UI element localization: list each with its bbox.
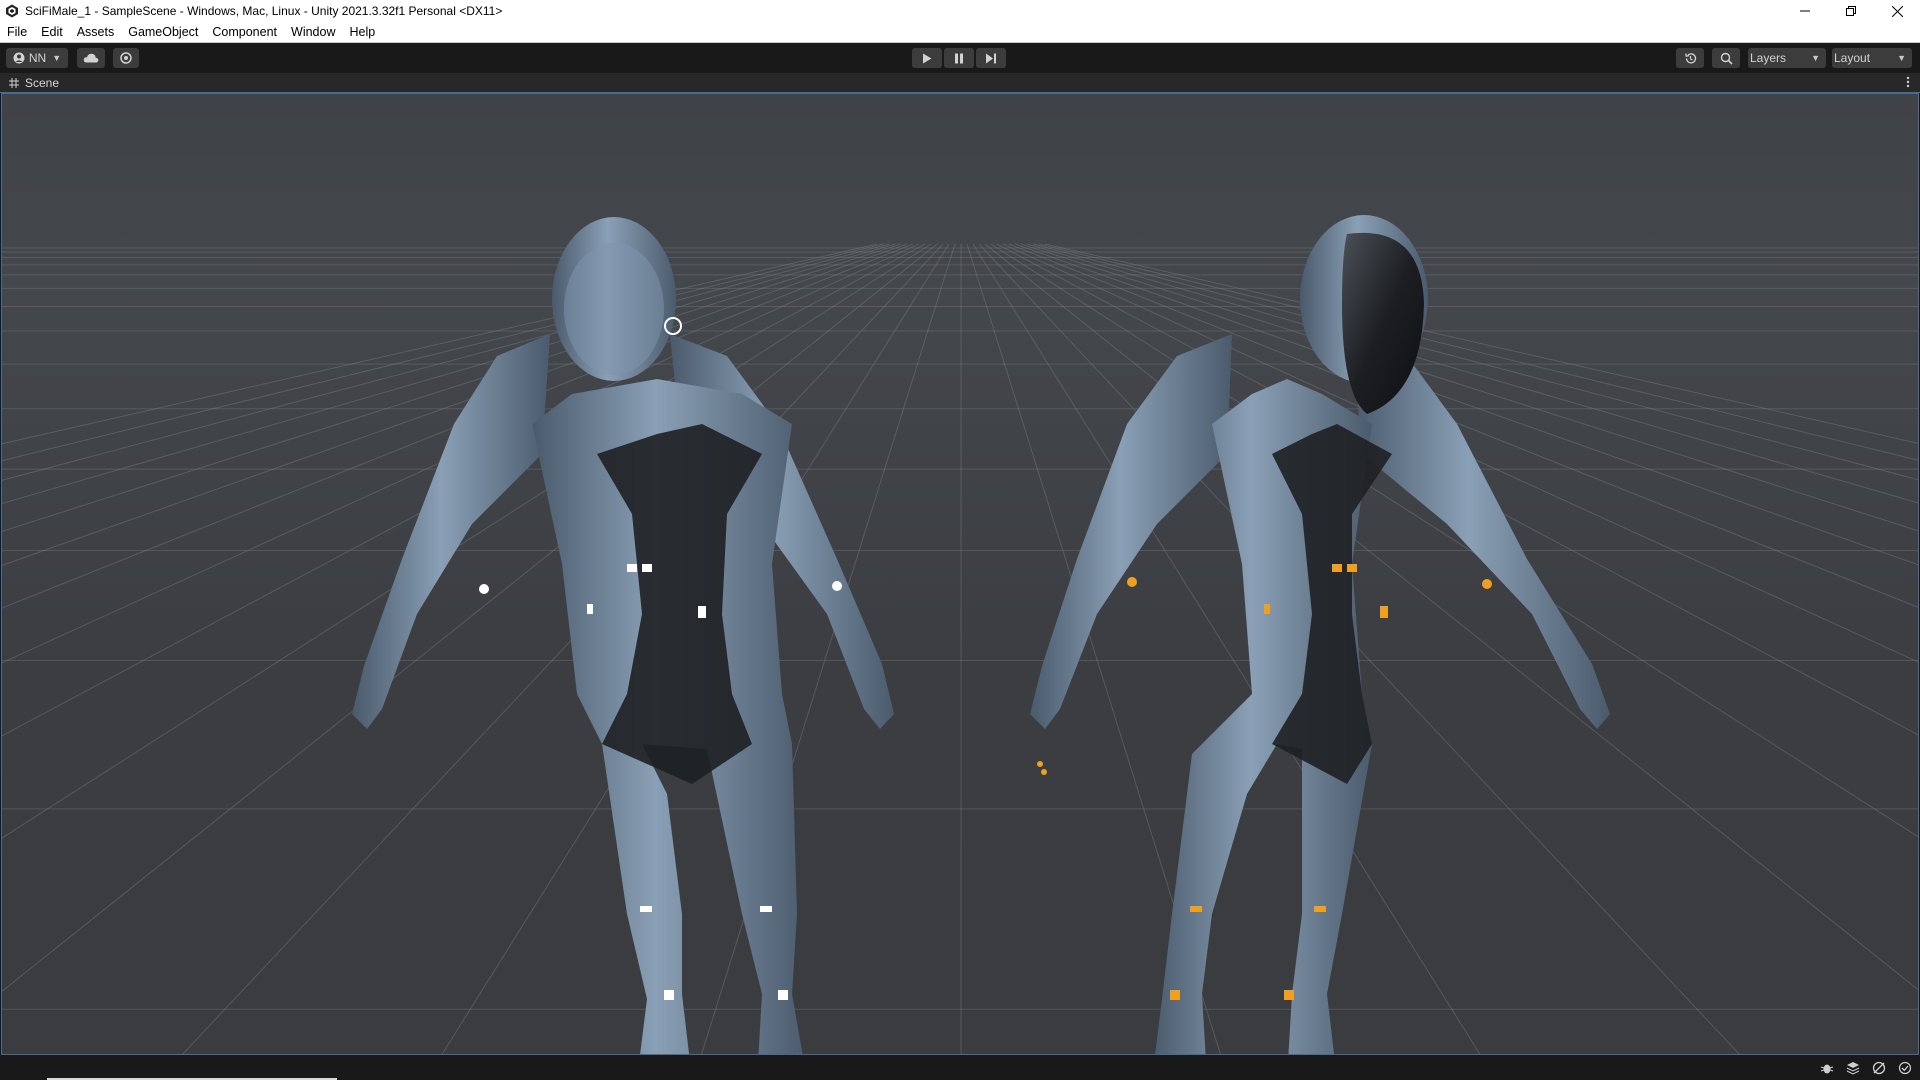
scifi-character-orange-lights[interactable] bbox=[1030, 215, 1610, 1055]
chevron-down-icon: ▼ bbox=[52, 53, 62, 63]
grid-line bbox=[996, 243, 1918, 736]
grid-line bbox=[1032, 243, 1918, 481]
menu-file[interactable]: File bbox=[0, 22, 34, 43]
menu-help[interactable]: Help bbox=[342, 22, 382, 43]
step-icon bbox=[986, 53, 996, 63]
pause-button[interactable] bbox=[944, 48, 974, 68]
layers-dropdown[interactable]: Layers ▼ bbox=[1748, 48, 1826, 68]
tab-scene-label: Scene bbox=[25, 75, 60, 90]
step-button[interactable] bbox=[976, 48, 1006, 68]
collab-button[interactable] bbox=[113, 48, 139, 68]
search-icon bbox=[1720, 52, 1733, 65]
grid-line bbox=[1008, 243, 1918, 608]
menu-window[interactable]: Window bbox=[284, 22, 342, 43]
grid-line bbox=[1020, 243, 1918, 532]
account-label: NN bbox=[28, 51, 47, 65]
scifi-character-white-lights[interactable] bbox=[352, 217, 894, 1055]
undo-history-icon bbox=[1684, 52, 1696, 63]
grid-line bbox=[182, 243, 944, 1054]
debug-icon[interactable] bbox=[1818, 1059, 1836, 1077]
minimize-icon bbox=[1800, 10, 1810, 12]
menu-assets[interactable]: Assets bbox=[70, 22, 122, 43]
grid-line bbox=[990, 243, 1918, 838]
pause-icon bbox=[955, 53, 963, 63]
restore-button[interactable] bbox=[1828, 0, 1874, 22]
status-bar bbox=[0, 1056, 1920, 1080]
window-title: SciFiMale_1 - SampleScene - Windows, Mac… bbox=[25, 4, 503, 18]
close-icon bbox=[1891, 5, 1903, 17]
restore-icon bbox=[1846, 6, 1856, 16]
scene-tab-bar: Scene bbox=[0, 73, 1920, 93]
scene-grid bbox=[2, 243, 1918, 1054]
account-icon bbox=[13, 52, 25, 64]
menu-component[interactable]: Component bbox=[205, 22, 284, 43]
grid-line bbox=[2, 243, 938, 992]
status-icons bbox=[1818, 1059, 1914, 1077]
grid-line bbox=[1014, 243, 1918, 566]
chevron-down-icon: ▼ bbox=[1811, 53, 1820, 63]
menu-gameobject[interactable]: GameObject bbox=[121, 22, 205, 43]
more-options-icon[interactable] bbox=[1906, 76, 1910, 88]
unity-logo-icon bbox=[6, 4, 18, 18]
cloud-button[interactable] bbox=[77, 48, 105, 68]
menu-bar: File Edit Assets GameObject Component Wi… bbox=[0, 22, 1920, 43]
collab-icon bbox=[120, 52, 132, 64]
chevron-down-icon: ▼ bbox=[1897, 53, 1906, 63]
grid-line bbox=[984, 243, 1918, 991]
layers-status-icon[interactable] bbox=[1844, 1059, 1862, 1077]
account-dropdown[interactable]: NN ▼ bbox=[6, 48, 68, 68]
menu-edit[interactable]: Edit bbox=[34, 22, 70, 43]
tab-scene[interactable]: Scene bbox=[0, 76, 59, 90]
minimize-button[interactable] bbox=[1782, 0, 1828, 22]
search-button[interactable] bbox=[1712, 48, 1740, 68]
undo-history-button[interactable] bbox=[1676, 48, 1704, 68]
scene-grid-icon bbox=[9, 77, 19, 88]
play-button[interactable] bbox=[912, 48, 942, 68]
play-icon bbox=[923, 53, 932, 63]
main-toolbar: NN ▼ Layers ▼ Layout ▼ bbox=[0, 43, 1920, 73]
close-button[interactable] bbox=[1874, 0, 1920, 22]
title-bar: SciFiMale_1 - SampleScene - Windows, Mac… bbox=[0, 0, 1920, 22]
checkmark-icon[interactable] bbox=[1896, 1059, 1914, 1077]
layout-label: Layout bbox=[1834, 51, 1871, 65]
layout-dropdown[interactable]: Layout ▼ bbox=[1832, 48, 1912, 68]
scene-viewport[interactable] bbox=[1, 93, 1919, 1055]
grid-line bbox=[1002, 243, 1918, 663]
grid-line bbox=[1026, 243, 1918, 504]
layers-label: Layers bbox=[1750, 51, 1787, 65]
cloud-icon bbox=[83, 53, 99, 63]
cache-icon[interactable] bbox=[1870, 1059, 1888, 1077]
scene-canvas[interactable] bbox=[2, 94, 1919, 1055]
window-controls bbox=[1782, 0, 1920, 22]
